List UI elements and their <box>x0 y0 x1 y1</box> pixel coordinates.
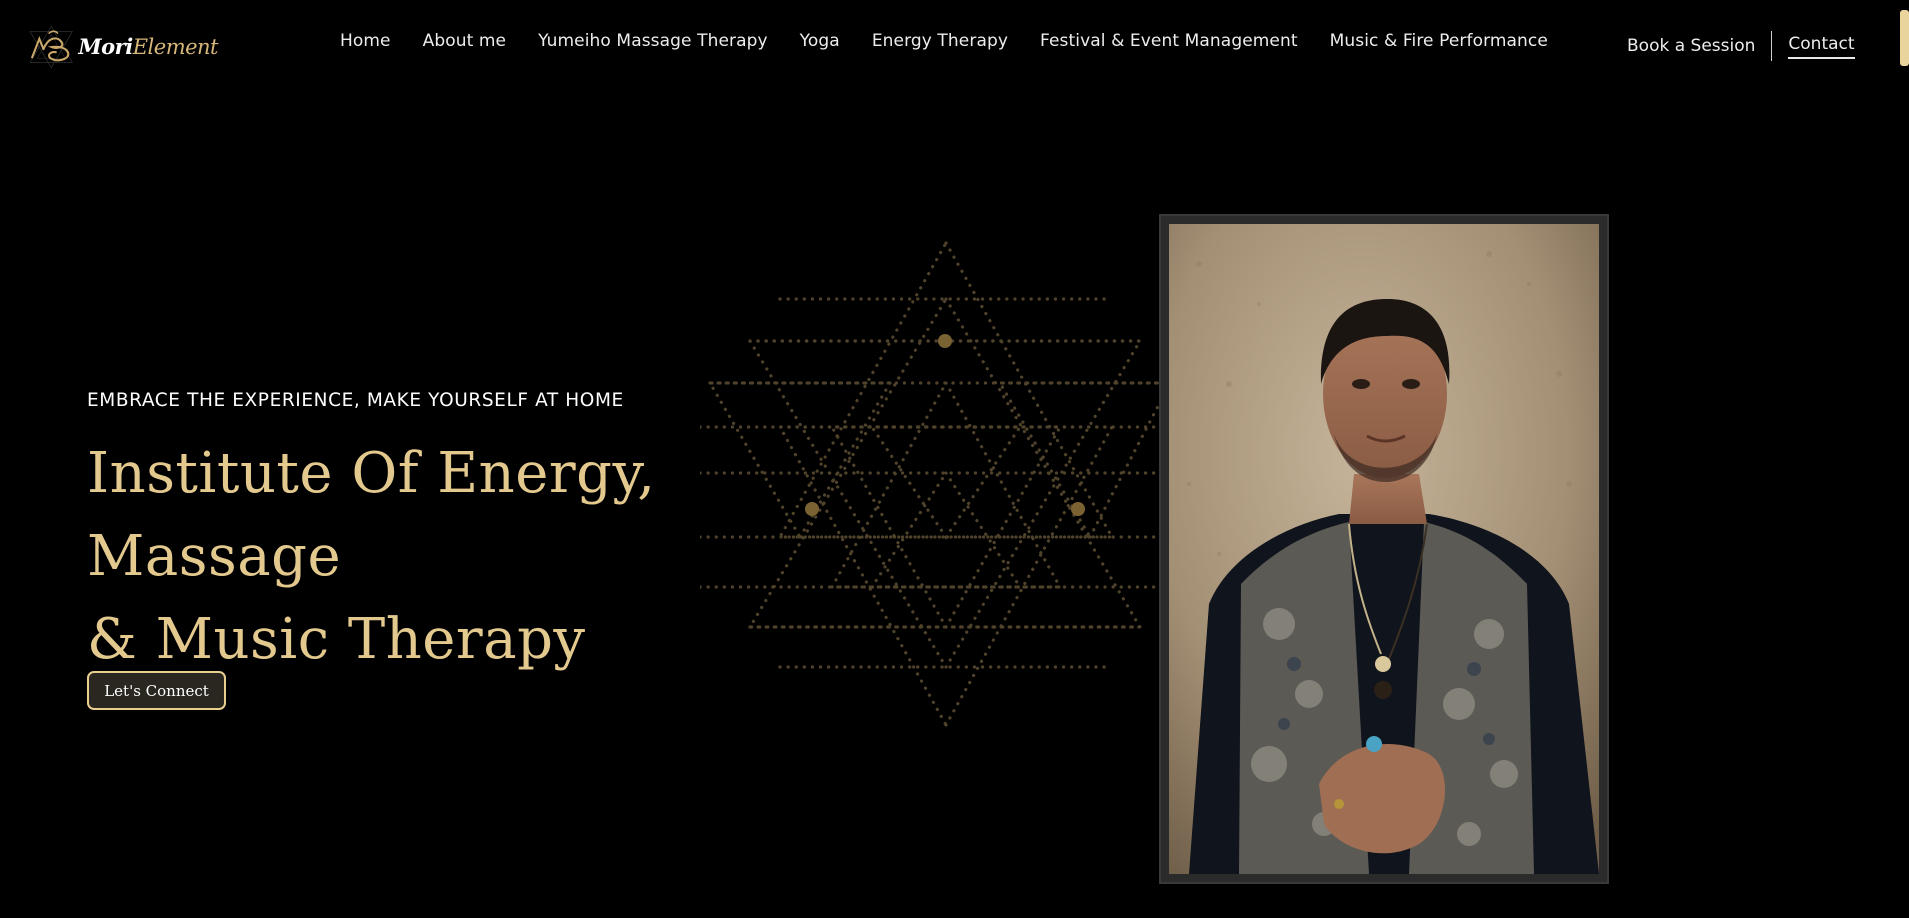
nav-item-yumeiho[interactable]: Yumeiho Massage Therapy <box>538 31 768 51</box>
site-header: MoriElement Home About me Yumeiho Massag… <box>0 0 1909 90</box>
lets-connect-button[interactable]: Let's Connect <box>87 671 226 710</box>
nav-item-about[interactable]: About me <box>423 31 506 51</box>
hero-title: Institute Of Energy, Massage & Music The… <box>87 432 907 681</box>
book-session-link[interactable]: Book a Session <box>1627 36 1755 56</box>
header-actions: Book a Session Contact <box>1627 31 1855 61</box>
hero-eyebrow: EMBRACE THE EXPERIENCE, MAKE YOURSELF AT… <box>87 390 624 411</box>
main-nav: Home About me Yumeiho Massage Therapy Yo… <box>340 31 1548 51</box>
site-logo[interactable]: MoriElement <box>28 6 219 86</box>
nav-item-festival-events[interactable]: Festival & Event Management <box>1040 31 1298 51</box>
portrait-frame <box>1159 214 1609 884</box>
logo-mark-icon <box>29 25 73 69</box>
logo-name-primary: Mori <box>78 33 133 59</box>
nav-item-yoga[interactable]: Yoga <box>800 31 840 51</box>
portrait-photo <box>1169 224 1599 874</box>
scrollbar-handle[interactable] <box>1900 10 1909 66</box>
nav-item-music-fire[interactable]: Music & Fire Performance <box>1330 31 1548 51</box>
nav-item-home[interactable]: Home <box>340 31 391 51</box>
contact-link[interactable]: Contact <box>1788 34 1855 59</box>
nav-item-energy-therapy[interactable]: Energy Therapy <box>872 31 1008 51</box>
nav-divider <box>1771 31 1773 61</box>
logo-wordmark: MoriElement <box>78 34 218 59</box>
hero-title-line-1: Institute Of Energy, Massage <box>87 441 656 589</box>
hero-title-line-2: & Music Therapy <box>87 607 586 672</box>
logo-name-secondary: Element <box>132 34 219 59</box>
